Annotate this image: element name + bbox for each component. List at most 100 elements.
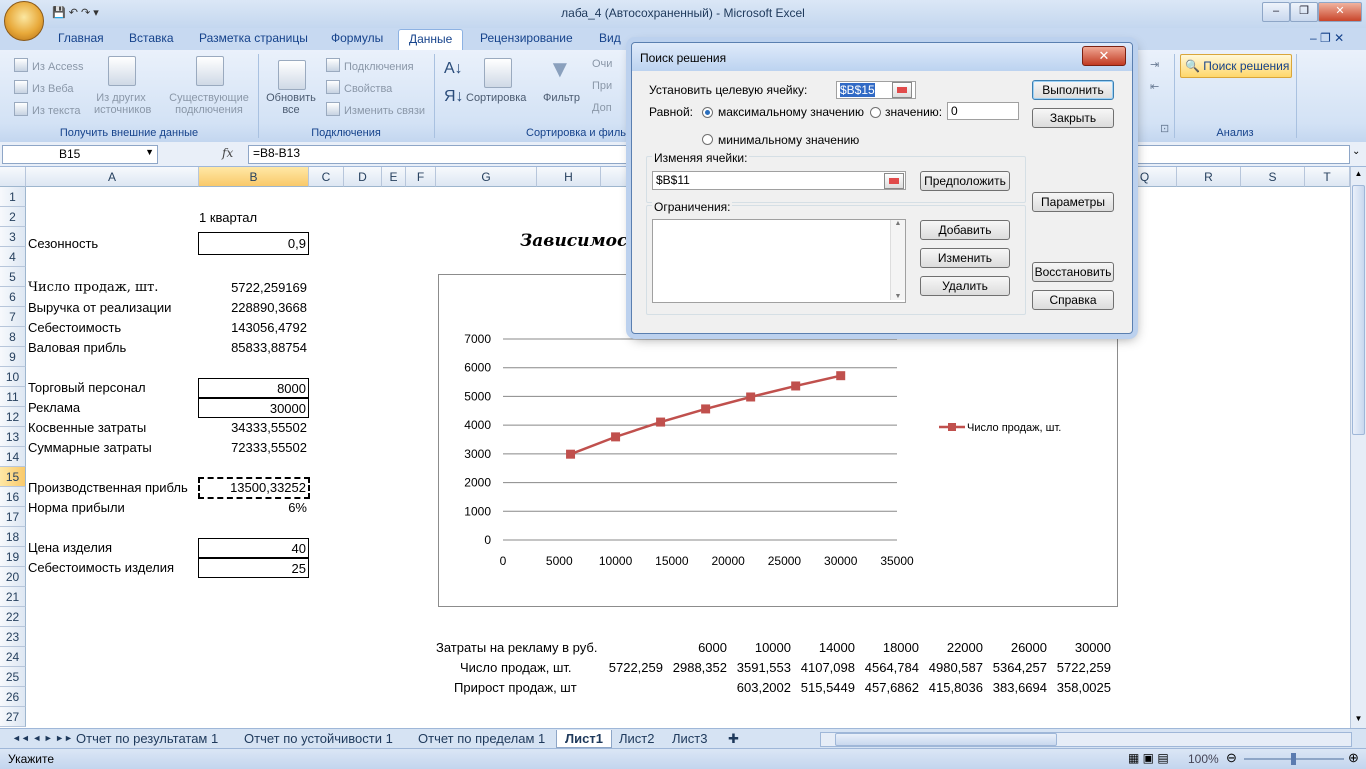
- cell-b8[interactable]: 85833,88754: [199, 338, 309, 358]
- close-button[interactable]: Закрыть: [1032, 108, 1114, 128]
- view-buttons[interactable]: ▦ ▣ ▤: [1128, 751, 1169, 765]
- list-scroll-down-icon[interactable]: ▼: [891, 293, 905, 300]
- execute-button[interactable]: Выполнить: [1032, 80, 1114, 100]
- cell-a15[interactable]: Производственная прибль: [26, 478, 199, 498]
- reapply-button[interactable]: При: [592, 80, 612, 92]
- r25-value-6[interactable]: 383,6694: [985, 678, 1049, 698]
- edit-links-button[interactable]: Изменить связи: [326, 102, 425, 117]
- sheet-tab-list3[interactable]: Лист3: [664, 730, 715, 747]
- cell-b6[interactable]: 228890,3668: [199, 298, 309, 318]
- row-header-1[interactable]: 1: [0, 187, 26, 207]
- row-header-17[interactable]: 17: [0, 507, 26, 527]
- zoom-level[interactable]: 100%: [1188, 752, 1219, 766]
- r23-value-5[interactable]: 22000: [921, 638, 985, 658]
- maximize-button[interactable]: ❐: [1290, 2, 1318, 22]
- cell-a16[interactable]: Норма прибыли: [26, 498, 199, 518]
- max-radio[interactable]: [702, 107, 713, 118]
- row-header-26[interactable]: 26: [0, 687, 26, 707]
- dialog-launcher-icon[interactable]: ⊡: [1160, 122, 1169, 135]
- row-header-11[interactable]: 11: [0, 387, 26, 407]
- col-header-c[interactable]: C: [309, 167, 344, 187]
- target-ref-icon[interactable]: [892, 82, 912, 98]
- scroll-up-icon[interactable]: ▲: [1353, 169, 1364, 181]
- row-header-8[interactable]: 8: [0, 327, 26, 347]
- row-header-5[interactable]: 5: [0, 267, 26, 287]
- cell-g23[interactable]: Затраты на рекламу в руб.: [434, 638, 604, 658]
- changing-cells-input[interactable]: $B$11: [652, 171, 906, 190]
- existing-connections-button[interactable]: Существующие подключения: [168, 92, 250, 116]
- select-all-corner[interactable]: [0, 167, 26, 187]
- from-access-button[interactable]: Из Access: [14, 58, 83, 73]
- cell-a5[interactable]: Число продаж, шт.: [26, 278, 199, 298]
- col-header-b[interactable]: B: [199, 167, 309, 187]
- tab-home[interactable]: Главная: [58, 31, 104, 45]
- row-header-3[interactable]: 3: [0, 227, 26, 247]
- cell-a12[interactable]: Косвенные затраты: [26, 418, 199, 438]
- sheet-tab-list2[interactable]: Лист2: [611, 730, 662, 747]
- r23-value-3[interactable]: 14000: [793, 638, 857, 658]
- fx-icon[interactable]: fx: [222, 146, 233, 160]
- col-header-h[interactable]: H: [537, 167, 601, 187]
- cell-b12[interactable]: 34333,55502: [199, 418, 309, 438]
- outline-icon-1[interactable]: ⇥: [1150, 58, 1159, 71]
- col-header-a[interactable]: A: [26, 167, 199, 187]
- r24-value-5[interactable]: 4980,587: [921, 658, 985, 678]
- col-header-t[interactable]: T: [1305, 167, 1350, 187]
- cell-b13[interactable]: 72333,55502: [199, 438, 309, 458]
- sort-za-icon[interactable]: Я↓: [444, 88, 464, 106]
- change-button[interactable]: Изменить: [920, 248, 1010, 268]
- from-web-button[interactable]: Из Веба: [14, 80, 74, 95]
- row-header-15[interactable]: 15: [0, 467, 26, 487]
- cell-a13[interactable]: Суммарные затраты: [26, 438, 199, 458]
- clear-button[interactable]: Очи: [592, 58, 612, 70]
- value-radio[interactable]: [870, 107, 881, 118]
- parameters-button[interactable]: Параметры: [1032, 192, 1114, 212]
- sheet-tab-results[interactable]: Отчет по результатам 1: [68, 730, 226, 747]
- r24-value-4[interactable]: 4564,784: [857, 658, 921, 678]
- col-header-e[interactable]: E: [382, 167, 406, 187]
- r23-value-2[interactable]: 10000: [729, 638, 793, 658]
- row-header-23[interactable]: 23: [0, 627, 26, 647]
- cell-a18[interactable]: Цена изделия: [26, 538, 199, 558]
- row-header-21[interactable]: 21: [0, 587, 26, 607]
- sort-az-icon[interactable]: A↓: [444, 60, 463, 78]
- row-header-2[interactable]: 2: [0, 207, 26, 227]
- constraints-scrollbar[interactable]: ▲ ▼: [890, 220, 905, 300]
- col-header-g[interactable]: G: [436, 167, 537, 187]
- cell-b19[interactable]: 25: [198, 558, 309, 578]
- cell-a10[interactable]: Торговый персонал: [26, 378, 199, 398]
- sort-button[interactable]: Сортировка: [466, 92, 526, 104]
- col-header-s[interactable]: S: [1241, 167, 1305, 187]
- cell-a7[interactable]: Себестоимость: [26, 318, 199, 338]
- insert-sheet-icon[interactable]: ✚: [720, 730, 747, 747]
- filter-button[interactable]: Фильтр: [543, 92, 580, 104]
- row-header-13[interactable]: 13: [0, 427, 26, 447]
- cell-b7[interactable]: 143056,4792: [199, 318, 309, 338]
- r25-value-2[interactable]: 603,2002: [729, 678, 793, 698]
- zoom-slider-handle[interactable]: [1291, 753, 1296, 765]
- sheet-tab-limits[interactable]: Отчет по пределам 1: [410, 730, 553, 747]
- row-header-6[interactable]: 6: [0, 287, 26, 307]
- dialog-close-icon[interactable]: ✕: [1082, 46, 1126, 66]
- delete-button[interactable]: Удалить: [920, 276, 1010, 296]
- r25-value-5[interactable]: 415,8036: [921, 678, 985, 698]
- cell-a8[interactable]: Валовая прибль: [26, 338, 199, 358]
- row-header-9[interactable]: 9: [0, 347, 26, 367]
- sheet-tab-list1[interactable]: Лист1: [556, 730, 612, 748]
- office-button[interactable]: [4, 1, 44, 41]
- row-header-16[interactable]: 16: [0, 487, 26, 507]
- minimize-button[interactable]: –: [1262, 2, 1290, 22]
- r24-value-6[interactable]: 5364,257: [985, 658, 1049, 678]
- row-header-20[interactable]: 20: [0, 567, 26, 587]
- row-header-12[interactable]: 12: [0, 407, 26, 427]
- row-header-4[interactable]: 4: [0, 247, 26, 267]
- dialog-caption[interactable]: Поиск решения ✕: [632, 43, 1132, 71]
- r23-value-6[interactable]: 26000: [985, 638, 1049, 658]
- h-scroll-thumb[interactable]: [835, 733, 1057, 746]
- cell-b18[interactable]: 40: [198, 538, 309, 558]
- ribbon-window-controls[interactable]: – ❐ ✕: [1310, 31, 1344, 45]
- scroll-down-icon[interactable]: ▼: [1353, 714, 1364, 726]
- connections-button[interactable]: Подключения: [326, 58, 414, 73]
- row-header-14[interactable]: 14: [0, 447, 26, 467]
- r24-value-7[interactable]: 5722,259: [1049, 658, 1113, 678]
